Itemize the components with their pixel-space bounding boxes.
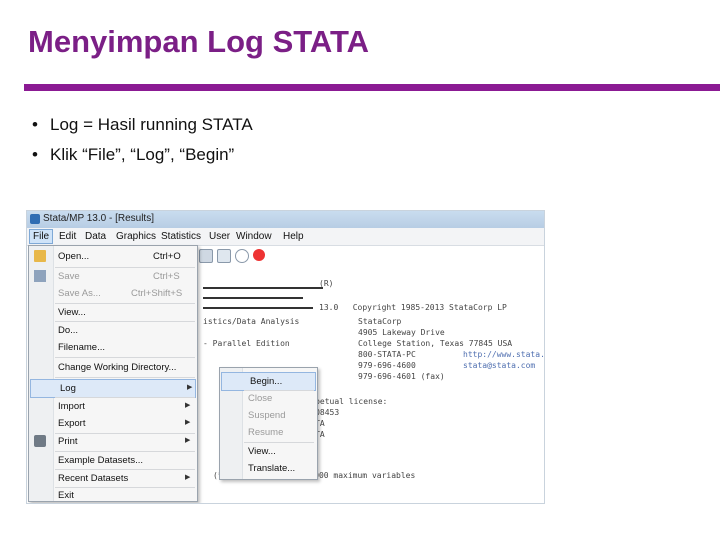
bullet-item: • Log = Hasil running STATA <box>32 115 253 134</box>
submenu-arrow-icon: ▶ <box>185 474 191 481</box>
submenu-item-translate[interactable]: Translate... <box>220 460 317 477</box>
submenu-item-suspend[interactable]: Suspend <box>220 407 317 424</box>
result-link[interactable]: http://www.stata.com <box>463 350 544 359</box>
submenu-arrow-icon: ▶ <box>187 384 193 391</box>
result-line: 800-STATA-PC <box>358 350 416 359</box>
menu-item-save-as[interactable]: Save As... Ctrl+Shift+S <box>29 285 197 302</box>
menu-bar: File Edit Data Graphics Statistics User … <box>27 228 544 246</box>
submenu-item-begin[interactable]: Begin... <box>221 372 316 391</box>
menu-statistics[interactable]: Statistics <box>161 231 201 242</box>
submenu-item-view[interactable]: View... <box>220 443 317 460</box>
menu-file[interactable]: File <box>29 229 54 244</box>
slide-title: Menyimpan Log STATA <box>28 24 369 59</box>
bullet-item: • Klik “File”, “Log”, “Begin” <box>32 145 235 164</box>
result-line: College Station, Texas 77845 USA <box>358 339 513 348</box>
menu-window[interactable]: Window <box>236 231 272 242</box>
result-line: StataCorp <box>358 317 402 326</box>
stata-logo-art <box>203 297 303 299</box>
title-divider <box>24 84 720 91</box>
log-submenu: Begin... Close Suspend Resume View... Tr… <box>219 367 318 480</box>
submenu-arrow-icon: ▶ <box>185 419 191 426</box>
menu-data[interactable]: Data <box>85 231 106 242</box>
break-icon[interactable] <box>253 249 265 261</box>
stata-app-icon <box>30 214 40 224</box>
bullet-text: Klik “File”, “Log”, “Begin” <box>50 145 235 164</box>
editor-icon[interactable] <box>199 249 213 263</box>
menu-item-open[interactable]: Open... Ctrl+O <box>29 248 197 265</box>
submenu-arrow-icon: ▶ <box>185 402 191 409</box>
bullet-list: • Log = Hasil running STATA • Klik “File”,… <box>32 112 253 172</box>
info-icon[interactable] <box>235 249 249 263</box>
data-browser-icon[interactable] <box>217 249 231 263</box>
menu-item-filename[interactable]: Filename... <box>29 339 197 356</box>
stata-screenshot: Stata/MP 13.0 - [Results] File Edit Data… <box>26 210 545 504</box>
bullet-text: Log = Hasil running STATA <box>50 115 253 134</box>
menu-item-export[interactable]: Export ▶ <box>29 415 197 432</box>
menu-user[interactable]: User <box>209 231 230 242</box>
menu-item-view[interactable]: View... <box>29 304 197 321</box>
window-titlebar: Stata/MP 13.0 - [Results] <box>27 211 544 228</box>
result-line: istics/Data Analysis <box>203 317 300 326</box>
file-menu: Open... Ctrl+O Save Ctrl+S Save As... Ct… <box>28 245 198 502</box>
menu-item-import[interactable]: Import ▶ <box>29 398 197 415</box>
submenu-item-close[interactable]: Close <box>220 390 317 407</box>
save-icon <box>34 270 46 282</box>
menu-graphics[interactable]: Graphics <box>116 231 156 242</box>
submenu-arrow-icon: ▶ <box>185 437 191 444</box>
menu-item-log[interactable]: Log ▶ <box>30 379 196 398</box>
menu-item-recent-datasets[interactable]: Recent Datasets ▶ <box>29 470 197 487</box>
menu-item-print[interactable]: Print ▶ <box>29 433 197 450</box>
menu-edit[interactable]: Edit <box>59 231 76 242</box>
menu-item-change-directory[interactable]: Change Working Directory... <box>29 359 197 376</box>
folder-icon <box>34 250 46 262</box>
stata-logo-art <box>203 287 323 289</box>
result-line: 4905 Lakeway Drive <box>358 328 445 337</box>
result-link[interactable]: stata@stata.com <box>463 361 535 370</box>
menu-item-example-datasets[interactable]: Example Datasets... <box>29 452 197 469</box>
menu-item-exit[interactable]: Exit <box>29 487 197 503</box>
result-line: (R) <box>319 279 334 288</box>
menu-item-do[interactable]: Do... <box>29 322 197 339</box>
result-line: 13.0 Copyright 1985-2013 StataCorp LP <box>319 303 507 312</box>
stata-logo-art <box>203 307 313 309</box>
printer-icon <box>34 435 46 447</box>
result-line: - Parallel Edition <box>203 339 290 348</box>
window-title: Stata/MP 13.0 - [Results] <box>43 213 154 224</box>
menu-help[interactable]: Help <box>283 231 304 242</box>
result-line: 979-696-4601 (fax) <box>358 372 445 381</box>
menu-item-save[interactable]: Save Ctrl+S <box>29 268 197 285</box>
submenu-item-resume[interactable]: Resume <box>220 424 317 441</box>
result-line: 979-696-4600 <box>358 361 416 370</box>
